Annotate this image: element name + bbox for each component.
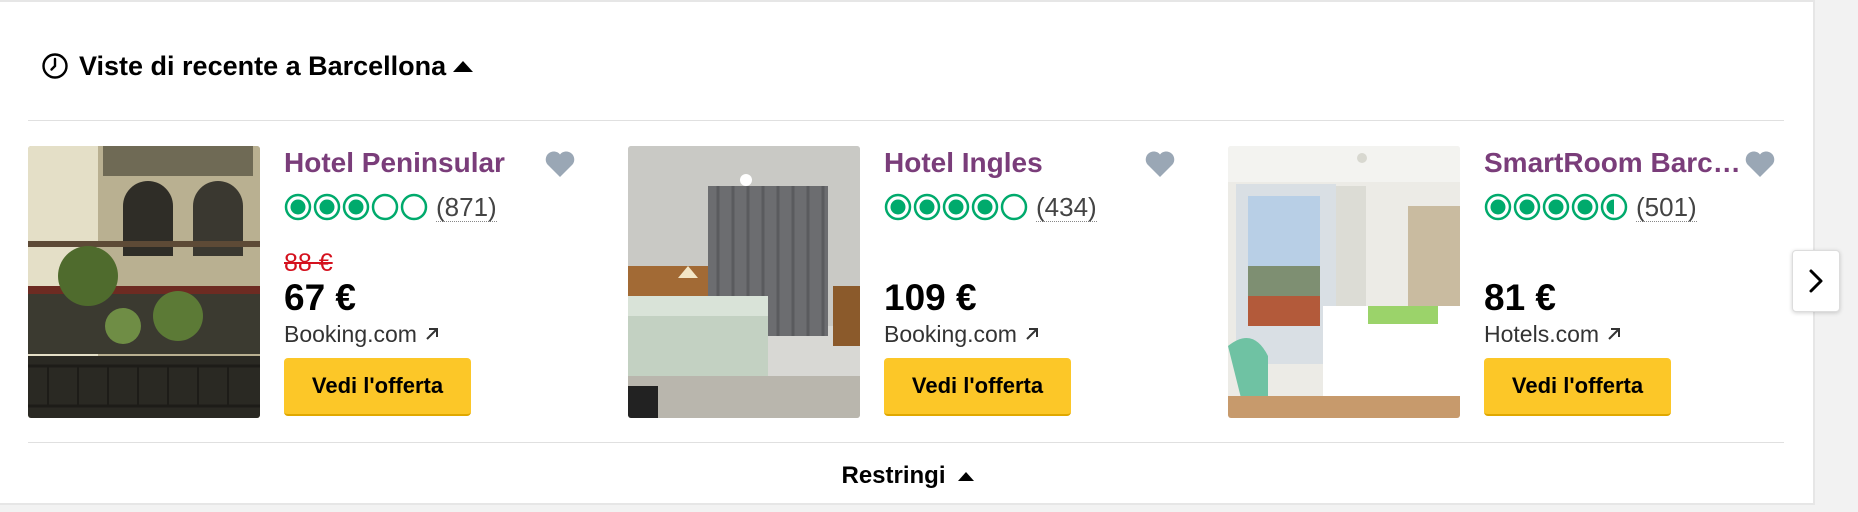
chevron-right-icon bbox=[1809, 269, 1823, 293]
rating-bubble-fill bbox=[1548, 199, 1564, 215]
courtyard-image bbox=[28, 146, 260, 418]
rating-bubble-fill bbox=[1490, 199, 1506, 215]
clock-icon bbox=[42, 53, 68, 79]
provider-name: Hotels.com bbox=[1484, 321, 1600, 347]
next-button[interactable] bbox=[1792, 250, 1840, 312]
rating-bubble bbox=[371, 193, 399, 221]
rating-bubbles bbox=[284, 193, 428, 221]
heart-icon[interactable] bbox=[544, 150, 576, 178]
view-offer-button[interactable]: Vedi l'offerta bbox=[1484, 358, 1671, 416]
hotel-card: SmartRoom Barc… (501) 81 € Hotels.com Ve… bbox=[1228, 146, 1788, 418]
external-link-icon bbox=[426, 328, 438, 340]
hotel-name[interactable]: Hotel Peninsular bbox=[284, 146, 574, 180]
rating-bubble-fill bbox=[1577, 199, 1593, 215]
rating-bubble-fill bbox=[290, 199, 306, 215]
divider bbox=[28, 120, 1784, 121]
rating-bubble bbox=[400, 193, 428, 221]
rating-bubble-fill bbox=[919, 199, 935, 215]
review-count[interactable]: (871) bbox=[436, 193, 497, 222]
caret-up-icon bbox=[957, 472, 974, 481]
divider bbox=[28, 442, 1784, 443]
rating-bubble-fill bbox=[319, 199, 335, 215]
rating-bubble-fill bbox=[948, 199, 964, 215]
rating-bubble-fill bbox=[977, 199, 993, 215]
hotel-name[interactable]: SmartRoom Barc… bbox=[1484, 146, 1774, 180]
rating: (501) bbox=[1484, 192, 1697, 222]
provider-link[interactable]: Booking.com bbox=[884, 319, 1039, 349]
view-offer-button[interactable]: Vedi l'offerta bbox=[284, 358, 471, 416]
heart-icon[interactable] bbox=[1744, 150, 1776, 178]
hotel-photo[interactable] bbox=[1228, 146, 1460, 418]
recently-viewed-panel: Viste di recente a Barcellona Hotel Peni… bbox=[0, 0, 1840, 505]
hotel-photo[interactable] bbox=[28, 146, 260, 418]
provider-link[interactable]: Booking.com bbox=[284, 319, 439, 349]
rating-bubble-fill bbox=[890, 199, 906, 215]
hotel-card: Hotel Ingles (434) 109 € Booking.com Ved… bbox=[628, 146, 1188, 418]
bright-room-image bbox=[1228, 146, 1460, 418]
external-link-icon bbox=[1608, 328, 1621, 340]
rating-bubbles bbox=[884, 193, 1028, 221]
provider-name: Booking.com bbox=[884, 321, 1017, 347]
external-link-icon bbox=[1026, 328, 1038, 340]
price: 81 € bbox=[1484, 277, 1557, 318]
rating-bubble bbox=[1000, 193, 1028, 221]
collapse-toggle[interactable]: Restringi bbox=[0, 458, 1815, 494]
rating-bubble-fill bbox=[348, 199, 364, 215]
recently-viewed-header[interactable]: Viste di recente a Barcellona bbox=[41, 48, 474, 84]
bedroom-image bbox=[628, 146, 860, 418]
caret-up-icon[interactable] bbox=[453, 60, 474, 72]
provider-name: Booking.com bbox=[284, 321, 417, 347]
rating: (434) bbox=[884, 192, 1097, 222]
section-title: Viste di recente a Barcellona bbox=[79, 50, 447, 81]
heart-icon[interactable] bbox=[1144, 150, 1176, 178]
view-offer-button[interactable]: Vedi l'offerta bbox=[884, 358, 1071, 416]
hotel-photo[interactable] bbox=[628, 146, 860, 418]
rating-bubbles bbox=[1484, 193, 1628, 221]
price: 109 € bbox=[884, 277, 977, 318]
hotel-card: Hotel Peninsular (871) 88 € 67 € Booking… bbox=[28, 146, 588, 418]
rating: (871) bbox=[284, 192, 497, 222]
hotel-name[interactable]: Hotel Ingles bbox=[884, 146, 1174, 180]
price: 67 € bbox=[284, 277, 357, 318]
collapse-label: Restringi bbox=[841, 462, 946, 489]
review-count[interactable]: (434) bbox=[1036, 193, 1097, 222]
review-count[interactable]: (501) bbox=[1636, 193, 1697, 222]
rating-bubble-fill bbox=[1519, 199, 1535, 215]
provider-link[interactable]: Hotels.com bbox=[1484, 319, 1621, 349]
old-price: 88 € bbox=[284, 249, 333, 277]
